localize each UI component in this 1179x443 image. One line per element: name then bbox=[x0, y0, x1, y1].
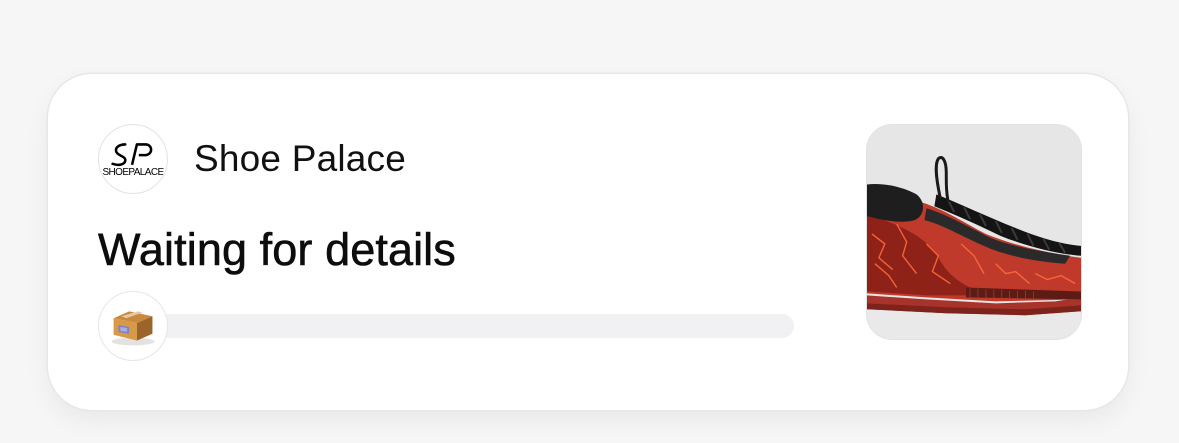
product-image[interactable] bbox=[866, 124, 1082, 340]
package-box-icon bbox=[98, 291, 168, 361]
shoe-palace-logo-icon: SHOEPALACE bbox=[98, 124, 168, 194]
order-status-title: Waiting for details bbox=[98, 224, 456, 276]
order-card[interactable]: SHOEPALACE Shoe Palace Waiting for detai… bbox=[48, 74, 1128, 410]
progress-track bbox=[128, 314, 794, 338]
sneaker-image-icon bbox=[867, 125, 1081, 339]
merchant-row: SHOEPALACE Shoe Palace bbox=[98, 124, 406, 194]
merchant-name: Shoe Palace bbox=[194, 138, 407, 179]
logo-wordmark: SHOEPALACE bbox=[102, 167, 164, 178]
